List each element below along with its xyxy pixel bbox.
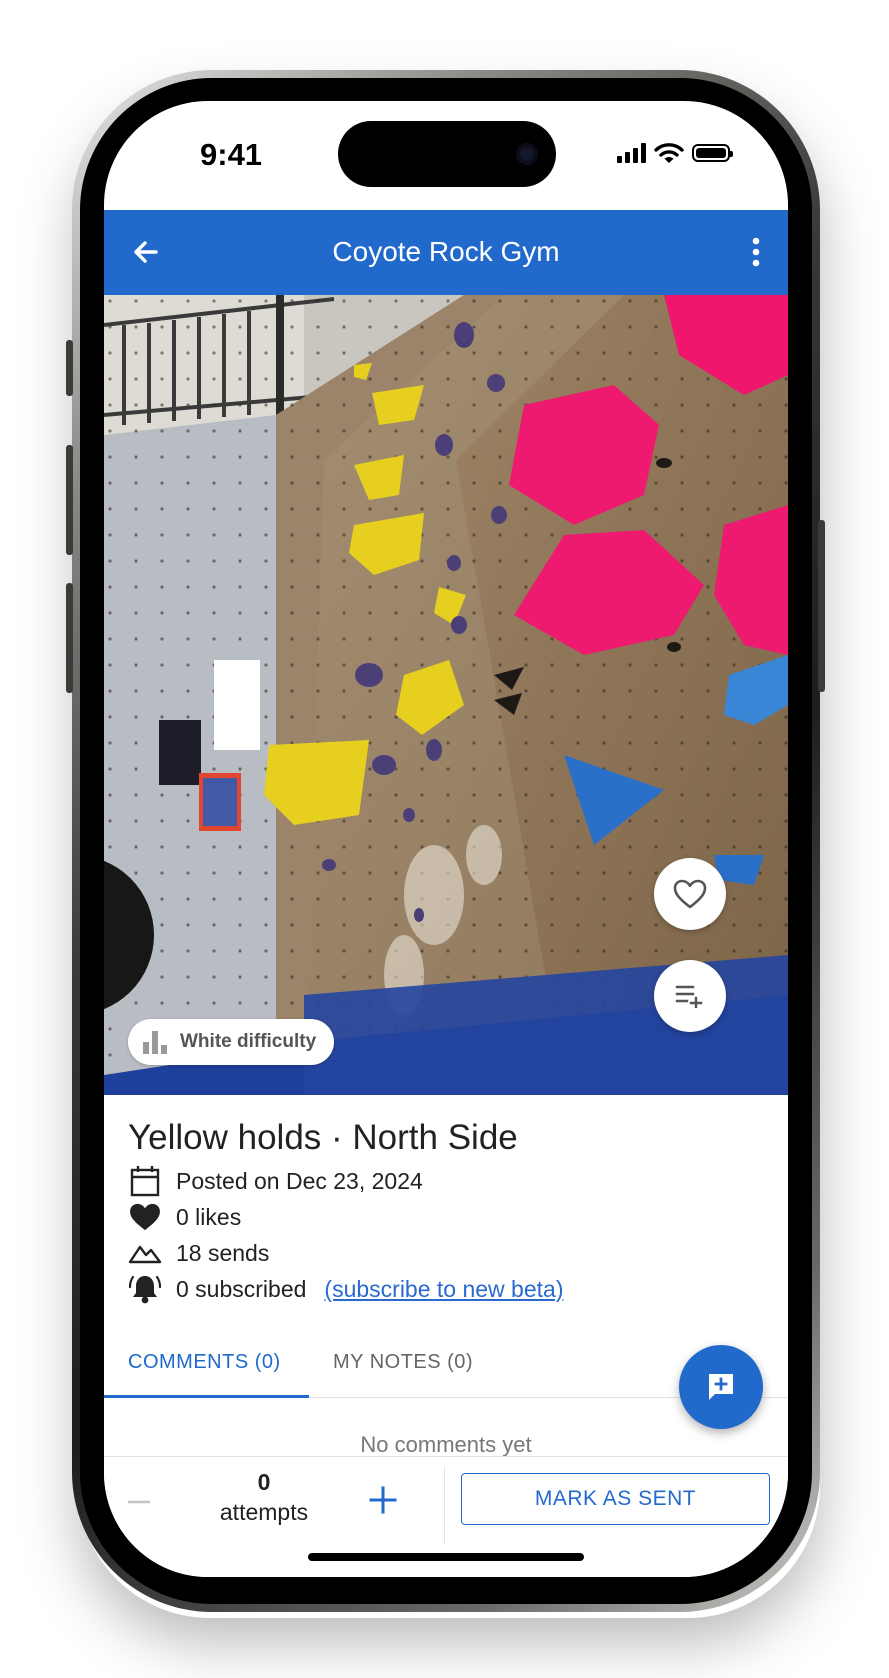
calendar-icon (130, 1166, 160, 1197)
attempts-count: 0 (257, 1469, 271, 1495)
bell-ring-icon (128, 1275, 162, 1304)
mark-as-sent-button[interactable]: MARK AS SENT (461, 1473, 770, 1525)
phone-power-button (818, 520, 825, 692)
heart-filled-icon (130, 1203, 160, 1231)
subscribed-row: 0 subscribed (subscribe to new beta) (128, 1272, 564, 1306)
battery-icon (692, 144, 733, 162)
wifi-icon (654, 143, 684, 163)
active-tab-indicator (104, 1395, 309, 1398)
route-title: Yellow holds · North Side (128, 1118, 518, 1157)
phone-screen: 9:41 Coyote Rock Gym White difficulty Ye… (104, 101, 788, 1577)
app-bar: Coyote Rock Gym (104, 210, 788, 295)
like-button[interactable] (654, 858, 726, 930)
cellular-signal-icon (617, 143, 646, 163)
bottom-bar-divider (444, 1467, 445, 1543)
likes-count: 0 likes (176, 1203, 242, 1230)
tab-my-notes[interactable]: MY NOTES (0) (333, 1351, 473, 1374)
phone-volume-up-button (66, 445, 73, 555)
add-comment-icon (709, 1374, 733, 1400)
heart-outline-icon (673, 879, 707, 909)
sends-row: 18 sends (128, 1236, 269, 1270)
posted-date: Posted on Dec 23, 2024 (176, 1167, 423, 1194)
playlist-add-icon (675, 985, 703, 1008)
dynamic-island (338, 121, 556, 187)
more-vertical-icon[interactable] (746, 234, 766, 270)
difficulty-label: White difficulty (180, 1031, 317, 1052)
home-indicator[interactable] (308, 1553, 584, 1561)
phone-volume-down-button (66, 583, 73, 693)
subscribe-link[interactable]: (subscribe to new beta) (324, 1276, 563, 1303)
phone-action-button (66, 340, 73, 396)
tab-comments[interactable]: COMMENTS (0) (128, 1351, 281, 1374)
route-photo[interactable]: White difficulty (104, 295, 788, 1095)
gym-title: Coyote Rock Gym (332, 236, 560, 267)
status-icons (617, 141, 733, 165)
sends-count: 18 sends (176, 1239, 270, 1266)
mountain-icon (128, 1245, 162, 1264)
attempts-label: attempts (219, 1499, 309, 1525)
difficulty-chip[interactable]: White difficulty (128, 1019, 335, 1065)
subscribed-count: 0 subscribed (176, 1275, 307, 1302)
front-camera (516, 143, 538, 165)
bar-chart-icon (143, 1031, 167, 1054)
status-time: 9:41 (200, 137, 263, 172)
posted-row: Posted on Dec 23, 2024 (128, 1164, 423, 1198)
increment-attempts-icon[interactable] (366, 1483, 400, 1517)
add-to-list-button[interactable] (654, 960, 726, 1032)
add-comment-button[interactable] (679, 1345, 763, 1429)
likes-row: 0 likes (128, 1200, 241, 1234)
no-comments-text: No comments yet (360, 1432, 532, 1457)
decrement-attempts-icon[interactable] (124, 1487, 154, 1517)
